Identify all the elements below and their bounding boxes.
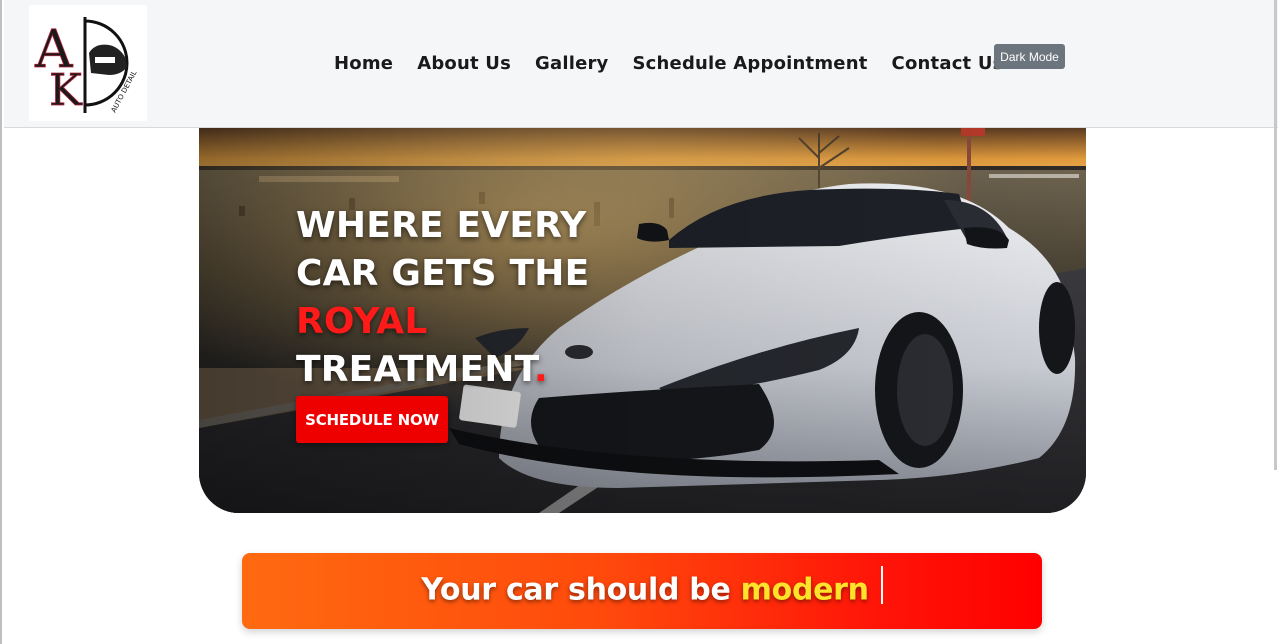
hero-headline-dot: . [533,349,548,390]
logo-mark-icon: A K AUTO DETAIL [34,17,139,116]
logo-letter-k: K [49,65,83,116]
hero-headline-line-2: CAR GETS THE [296,253,590,294]
hero-headline-line-1: WHERE EVERY [296,205,587,246]
nav-schedule-appointment[interactable]: Schedule Appointment [633,53,868,74]
nav-about-us[interactable]: About Us [417,53,511,74]
hero-headline-accent: ROYAL [296,301,428,342]
site-header: A K AUTO DETAIL Home About Us Gallery Sc… [4,0,1278,128]
typing-cursor [880,566,883,604]
banner-prefix: Your car should be [421,572,741,608]
nav-gallery[interactable]: Gallery [535,53,608,74]
site-logo[interactable]: A K AUTO DETAIL [29,5,147,121]
nav-home[interactable]: Home [334,53,393,74]
hero-headline-line-4-wrap: TREATMENT. [296,346,616,394]
tagline-banner: Your car should be modern [242,553,1042,629]
schedule-now-button[interactable]: SCHEDULE NOW [296,396,448,443]
main-nav: Home About Us Gallery Schedule Appointme… [334,48,1004,78]
dark-mode-button[interactable]: Dark Mode [994,44,1065,69]
page: A K AUTO DETAIL Home About Us Gallery Sc… [0,0,1278,644]
scrollbar[interactable] [1274,0,1277,470]
hero-headline: WHERE EVERY CAR GETS THE ROYAL TREATMENT… [296,202,616,394]
hero-banner: WHERE EVERY CAR GETS THE ROYAL TREATMENT… [199,128,1086,513]
banner-highlight: modern [740,572,869,608]
banner-text: Your car should be modern [421,566,883,610]
nav-contact-us[interactable]: Contact Us [892,53,1004,74]
hero-headline-line-4: TREATMENT [296,349,534,390]
